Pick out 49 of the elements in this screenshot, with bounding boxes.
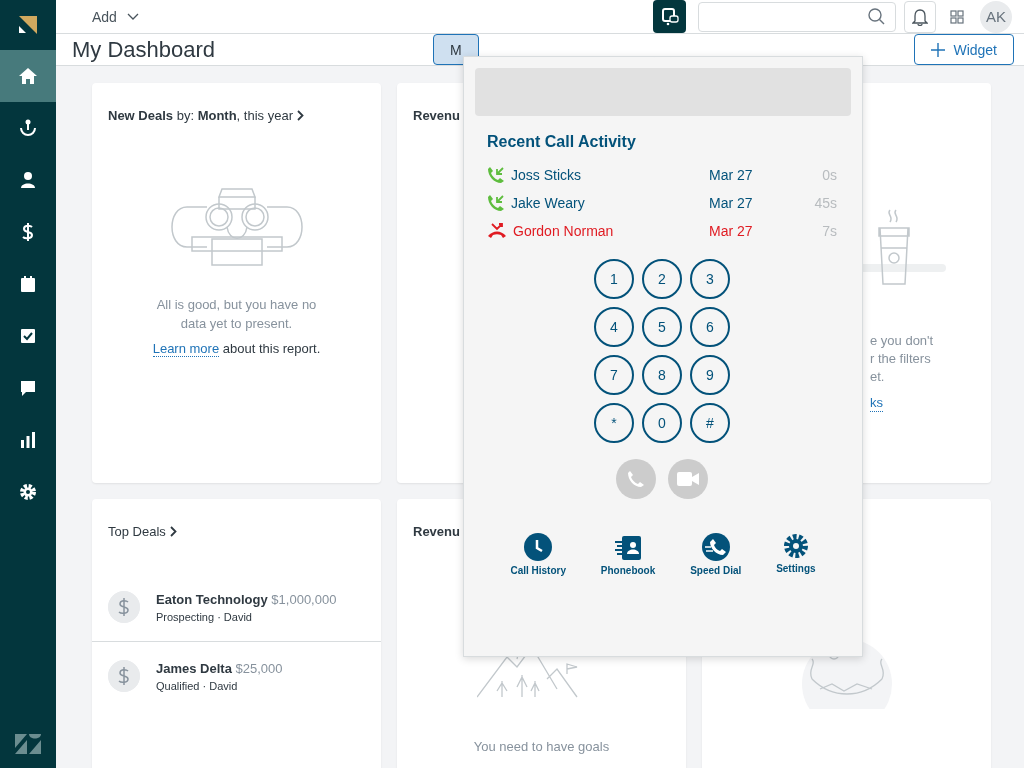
- action-button[interactable]: Settings: [776, 533, 816, 576]
- keypad-key[interactable]: 9: [690, 355, 730, 395]
- action-button[interactable]: Speed Dial: [690, 533, 742, 576]
- learn-more-text: Learn more about this report.: [152, 341, 321, 356]
- add-widget-button[interactable]: Widget: [914, 34, 1014, 65]
- link[interactable]: ks: [870, 395, 883, 412]
- call-date: Mar 27: [709, 223, 754, 239]
- keypad-key[interactable]: 7: [594, 355, 634, 395]
- caller-name: Gordon Norman: [513, 223, 615, 239]
- keypad-key[interactable]: 1: [594, 259, 634, 299]
- keypad-key[interactable]: 0: [642, 403, 682, 443]
- keypad-key[interactable]: 8: [642, 355, 682, 395]
- card-title[interactable]: Revenu: [413, 108, 460, 123]
- caller-name: Jake Weary: [511, 195, 586, 211]
- deal-name[interactable]: Eaton Technology $1,000,000: [156, 591, 337, 607]
- popup-title: Recent Call Activity: [487, 133, 637, 151]
- empty-message-line: r the filters: [870, 351, 932, 367]
- user-avatar[interactable]: AK: [980, 0, 1012, 33]
- call-date: Mar 27: [709, 167, 754, 183]
- learn-more-link[interactable]: Learn more: [152, 341, 220, 357]
- keypad-key[interactable]: 3: [690, 259, 730, 299]
- call-row[interactable]: Jake Weary Mar 27 45s: [475, 189, 851, 217]
- keypad-key[interactable]: 6: [690, 307, 730, 347]
- call-row[interactable]: Gordon Norman Mar 27 7s: [475, 217, 851, 245]
- caller-name: Joss Sticks: [511, 167, 582, 183]
- call-duration: 45s: [813, 195, 837, 211]
- empty-message: You need to have goals: [473, 739, 610, 754]
- call-row[interactable]: Joss Sticks Mar 27 0s: [475, 161, 851, 189]
- empty-message: All is good, but you have no data yet to present.: [155, 296, 318, 333]
- call-duration: 0s: [821, 167, 837, 183]
- deal-name[interactable]: James Delta $25,000: [156, 660, 283, 676]
- call-date: Mar 27: [709, 195, 754, 211]
- keypad-key[interactable]: 2: [642, 259, 682, 299]
- deal-meta: Qualified · David: [156, 679, 239, 692]
- action-button[interactable]: Phonebook: [600, 533, 656, 576]
- empty-message-line: e you don't: [870, 333, 935, 349]
- card-title[interactable]: New Deals by: Month, this year: [108, 108, 293, 123]
- keypad-key[interactable]: #: [690, 403, 730, 443]
- deal-meta: Prospecting · David: [156, 610, 253, 623]
- card-title[interactable]: Revenu: [413, 524, 460, 539]
- keypad-key[interactable]: *: [594, 403, 634, 443]
- add-menu[interactable]: Add: [92, 8, 139, 25]
- call-duration: 7s: [821, 223, 837, 239]
- card-title[interactable]: Top Deals: [108, 524, 166, 539]
- page-title: My Dashboard: [72, 36, 216, 63]
- keypad-key[interactable]: 5: [642, 307, 682, 347]
- keypad-key[interactable]: 4: [594, 307, 634, 347]
- action-button[interactable]: Call History: [510, 533, 566, 576]
- empty-message-line: et.: [870, 369, 886, 385]
